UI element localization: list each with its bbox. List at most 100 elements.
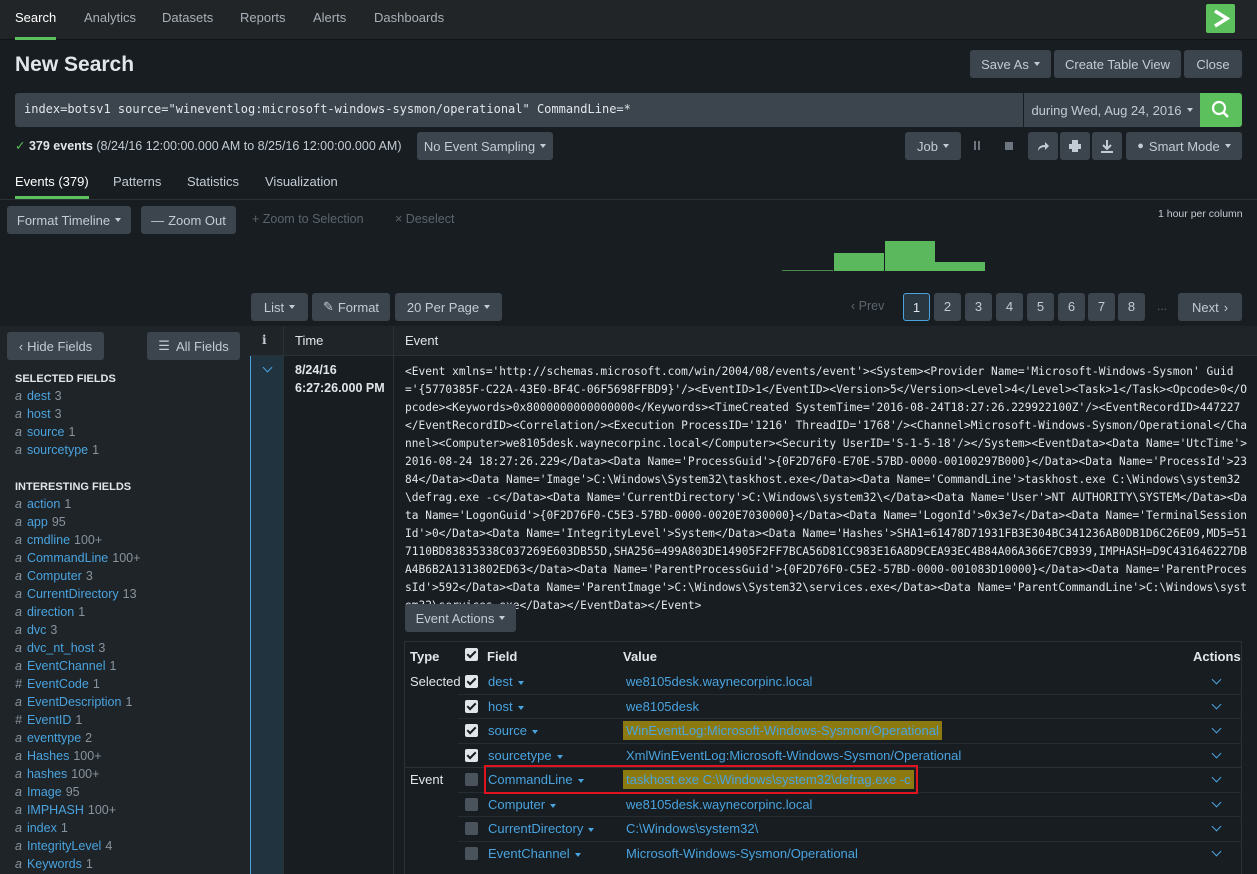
interesting-field-direction[interactable]: a direction 1: [15, 605, 85, 619]
app-logo-icon[interactable]: [1206, 4, 1235, 33]
search-button[interactable]: [1200, 93, 1242, 127]
field-checkbox[interactable]: [465, 749, 478, 762]
page-5-button[interactable]: 5: [1027, 293, 1054, 321]
field-name-dropdown[interactable]: host: [488, 699, 524, 714]
raw-event-text[interactable]: <Event xmlns='http://schemas.microsoft.c…: [405, 363, 1247, 615]
save-as-button[interactable]: Save As: [970, 50, 1051, 78]
zoom-out-button[interactable]: — Zoom Out: [141, 206, 236, 234]
create-table-view-button[interactable]: Create Table View: [1054, 50, 1181, 78]
interesting-field-hashes[interactable]: a Hashes 100+: [15, 749, 102, 763]
job-menu-button[interactable]: Job: [905, 132, 961, 160]
interesting-field-index[interactable]: a index 1: [15, 821, 68, 835]
field-name-dropdown[interactable]: sourcetype: [488, 748, 563, 763]
histogram-bar[interactable]: [782, 270, 833, 271]
interesting-field-cmdline[interactable]: a cmdline 100+: [15, 533, 102, 547]
page-2-button[interactable]: 2: [934, 293, 961, 321]
selected-field-host[interactable]: a host 3: [15, 407, 62, 421]
interesting-field-eventid[interactable]: # EventID 1: [15, 713, 82, 727]
interesting-field-app[interactable]: a app 95: [15, 515, 66, 529]
field-checkbox[interactable]: [465, 724, 478, 737]
field-value[interactable]: we8105desk.waynecorpinc.local: [623, 672, 815, 691]
page-8-button[interactable]: 8: [1118, 293, 1145, 321]
nav-alerts[interactable]: Alerts: [313, 0, 346, 40]
pause-icon[interactable]: [972, 141, 982, 151]
page-3-button[interactable]: 3: [965, 293, 992, 321]
field-value[interactable]: we8105desk.waynecorpinc.local: [623, 795, 815, 814]
select-all-checkbox[interactable]: [465, 648, 478, 661]
tab-statistics[interactable]: Statistics: [187, 166, 239, 199]
page-1-button[interactable]: 1: [903, 293, 930, 321]
field-name-dropdown[interactable]: EventChannel: [488, 846, 581, 861]
nav-reports[interactable]: Reports: [240, 0, 286, 40]
field-value[interactable]: we8105desk: [623, 697, 702, 716]
selected-field-dest[interactable]: a dest 3: [15, 389, 62, 403]
selected-field-source[interactable]: a source 1: [15, 425, 75, 439]
histogram-bar[interactable]: [935, 263, 985, 272]
row-expand-toggle[interactable]: [250, 356, 283, 874]
field-value[interactable]: C:\Windows\system32\: [623, 819, 761, 838]
interesting-field-eventtype[interactable]: a eventtype 2: [15, 731, 92, 745]
search-mode-dropdown[interactable]: ● Smart Mode: [1126, 132, 1242, 160]
field-name-dropdown[interactable]: dest: [488, 674, 524, 689]
selected-field-sourcetype[interactable]: a sourcetype 1: [15, 443, 99, 457]
page-6-button[interactable]: 6: [1058, 293, 1085, 321]
nav-analytics[interactable]: Analytics: [84, 0, 136, 40]
interesting-field-keywords[interactable]: a Keywords 1: [15, 857, 93, 871]
tab-patterns[interactable]: Patterns: [113, 166, 161, 199]
time-range-picker[interactable]: during Wed, Aug 24, 2016: [1023, 93, 1200, 127]
format-button[interactable]: ✎ Format: [312, 293, 390, 321]
close-button[interactable]: Close: [1184, 50, 1242, 78]
event-sampling-dropdown[interactable]: No Event Sampling: [417, 132, 553, 160]
field-value[interactable]: WinEventLog:Microsoft-Windows-Sysmon/Ope…: [623, 721, 942, 740]
interesting-field-imphash[interactable]: a IMPHASH 100+: [15, 803, 116, 817]
interesting-field-action[interactable]: a action 1: [15, 497, 71, 511]
page-7-button[interactable]: 7: [1088, 293, 1115, 321]
interesting-field-eventdescription[interactable]: a EventDescription 1: [15, 695, 132, 709]
event-actions-button[interactable]: Event Actions: [405, 604, 516, 632]
nav-datasets[interactable]: Datasets: [162, 0, 213, 40]
interesting-field-hashes[interactable]: a hashes 100+: [15, 767, 99, 781]
field-value[interactable]: Microsoft-Windows-Sysmon/Operational: [623, 844, 861, 863]
interesting-field-eventchannel[interactable]: a EventChannel 1: [15, 659, 116, 673]
field-name-dropdown[interactable]: CurrentDirectory: [488, 821, 595, 836]
interesting-field-integritylevel[interactable]: a IntegrityLevel 4: [15, 839, 112, 853]
hide-fields-button[interactable]: ‹ Hide Fields: [7, 332, 104, 360]
interesting-field-computer[interactable]: a Computer 3: [15, 569, 93, 583]
print-button[interactable]: [1060, 132, 1090, 160]
tab-visualization[interactable]: Visualization: [265, 166, 338, 199]
next-page-button[interactable]: Next ›: [1178, 293, 1242, 321]
format-timeline-button[interactable]: Format Timeline: [7, 206, 131, 234]
export-button[interactable]: [1092, 132, 1122, 160]
deselect-button[interactable]: × Deselect: [395, 212, 454, 226]
prev-page-button[interactable]: ‹ Prev: [851, 299, 884, 313]
histogram-bar[interactable]: [885, 241, 935, 271]
histogram-bar[interactable]: [834, 253, 884, 271]
page-4-button[interactable]: 4: [996, 293, 1023, 321]
interesting-field-currentdirectory[interactable]: a CurrentDirectory 13: [15, 587, 137, 601]
field-checkbox[interactable]: [465, 700, 478, 713]
field-checkbox[interactable]: [465, 847, 478, 860]
per-page-dropdown[interactable]: 20 Per Page: [395, 293, 502, 321]
field-checkbox[interactable]: [465, 822, 478, 835]
interesting-field-image[interactable]: a Image 95: [15, 785, 80, 799]
list-view-dropdown[interactable]: List: [251, 293, 308, 321]
stop-icon[interactable]: [1005, 142, 1013, 150]
search-input[interactable]: index=botsv1 source="wineventlog:microso…: [15, 93, 1023, 127]
time-column-header[interactable]: Time: [295, 333, 323, 348]
share-button[interactable]: [1028, 132, 1058, 160]
interesting-field-eventcode[interactable]: # EventCode 1: [15, 677, 100, 691]
nav-dashboards[interactable]: Dashboards: [374, 0, 444, 40]
field-checkbox[interactable]: [465, 675, 478, 688]
field-name-dropdown[interactable]: Computer: [488, 797, 557, 812]
zoom-to-selection-button[interactable]: + Zoom to Selection: [252, 212, 364, 226]
tab-events[interactable]: Events (379): [15, 166, 89, 199]
field-name-dropdown[interactable]: source: [488, 723, 539, 738]
nav-search[interactable]: Search: [15, 0, 57, 40]
interesting-field-commandline[interactable]: a CommandLine 100+: [15, 551, 140, 565]
field-checkbox[interactable]: [465, 798, 478, 811]
all-fields-button[interactable]: ☰ All Fields: [147, 332, 240, 360]
interesting-field-dvc[interactable]: a dvc 3: [15, 623, 57, 637]
interesting-field-dvc-nt-host[interactable]: a dvc_nt_host 3: [15, 641, 105, 655]
field-checkbox[interactable]: [465, 773, 478, 786]
timeline-histogram[interactable]: [782, 240, 992, 272]
